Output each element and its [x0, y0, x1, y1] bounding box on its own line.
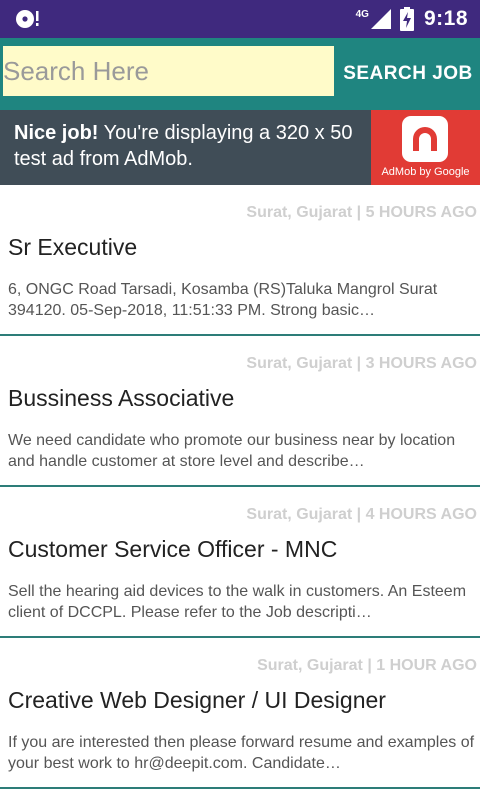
job-description: Sell the hearing aid devices to the walk…	[8, 583, 467, 621]
cd-notification-icon	[16, 10, 39, 28]
signal-icon	[370, 9, 391, 29]
job-description: 6, ONGC Road Tarsadi, Kosamba (RS)Taluka…	[8, 281, 438, 319]
job-card[interactable]: Surat, Gujarat | 3 HOURS AGO Bussiness A…	[0, 336, 480, 487]
job-title: Bussiness Associative	[8, 385, 235, 411]
ad-text: Nice job! You're displaying a 320 x 50 t…	[14, 120, 366, 172]
job-title: Sr Executive	[8, 234, 138, 260]
job-location-time: Surat, Gujarat | 5 HOURS AGO	[246, 204, 477, 221]
network-type-label: 4G	[355, 8, 369, 20]
job-card[interactable]: Surat, Gujarat | 4 HOURS AGO Customer Se…	[0, 487, 480, 638]
ad-headline: Nice job!	[14, 122, 99, 144]
job-location-time: Surat, Gujarat | 3 HOURS AGO	[246, 355, 477, 372]
search-input[interactable]	[3, 46, 334, 96]
search-toolbar: SEARCH JOB	[0, 38, 480, 110]
job-title: Customer Service Officer - MNC	[8, 536, 338, 562]
admob-logo-icon	[402, 116, 448, 162]
admob-logo-label: AdMob by Google	[381, 166, 470, 178]
admob-logo[interactable]: AdMob by Google	[371, 110, 480, 185]
job-location-time: Surat, Gujarat | 1 HOUR AGO	[257, 657, 477, 674]
search-job-button[interactable]: SEARCH JOB	[336, 46, 480, 102]
battery-charging-icon	[399, 7, 414, 31]
status-bar: 4G 9:18	[0, 0, 480, 38]
job-description: We need candidate who promote our busine…	[8, 432, 456, 470]
job-title: Creative Web Designer / UI Designer	[8, 687, 386, 713]
status-clock: 9:18	[423, 7, 468, 30]
job-description: If you are interested then please forwar…	[8, 734, 475, 772]
job-location-time: Surat, Gujarat | 4 HOURS AGO	[246, 506, 477, 523]
ad-banner[interactable]: Nice job! You're displaying a 320 x 50 t…	[0, 110, 480, 185]
job-card[interactable]: Surat, Gujarat | 1 HOUR AGO Creative Web…	[0, 638, 480, 789]
job-card[interactable]: Surat, Gujarat | 5 HOURS AGO Sr Executiv…	[0, 185, 480, 336]
job-list: Surat, Gujarat | 5 HOURS AGO Sr Executiv…	[0, 185, 480, 789]
